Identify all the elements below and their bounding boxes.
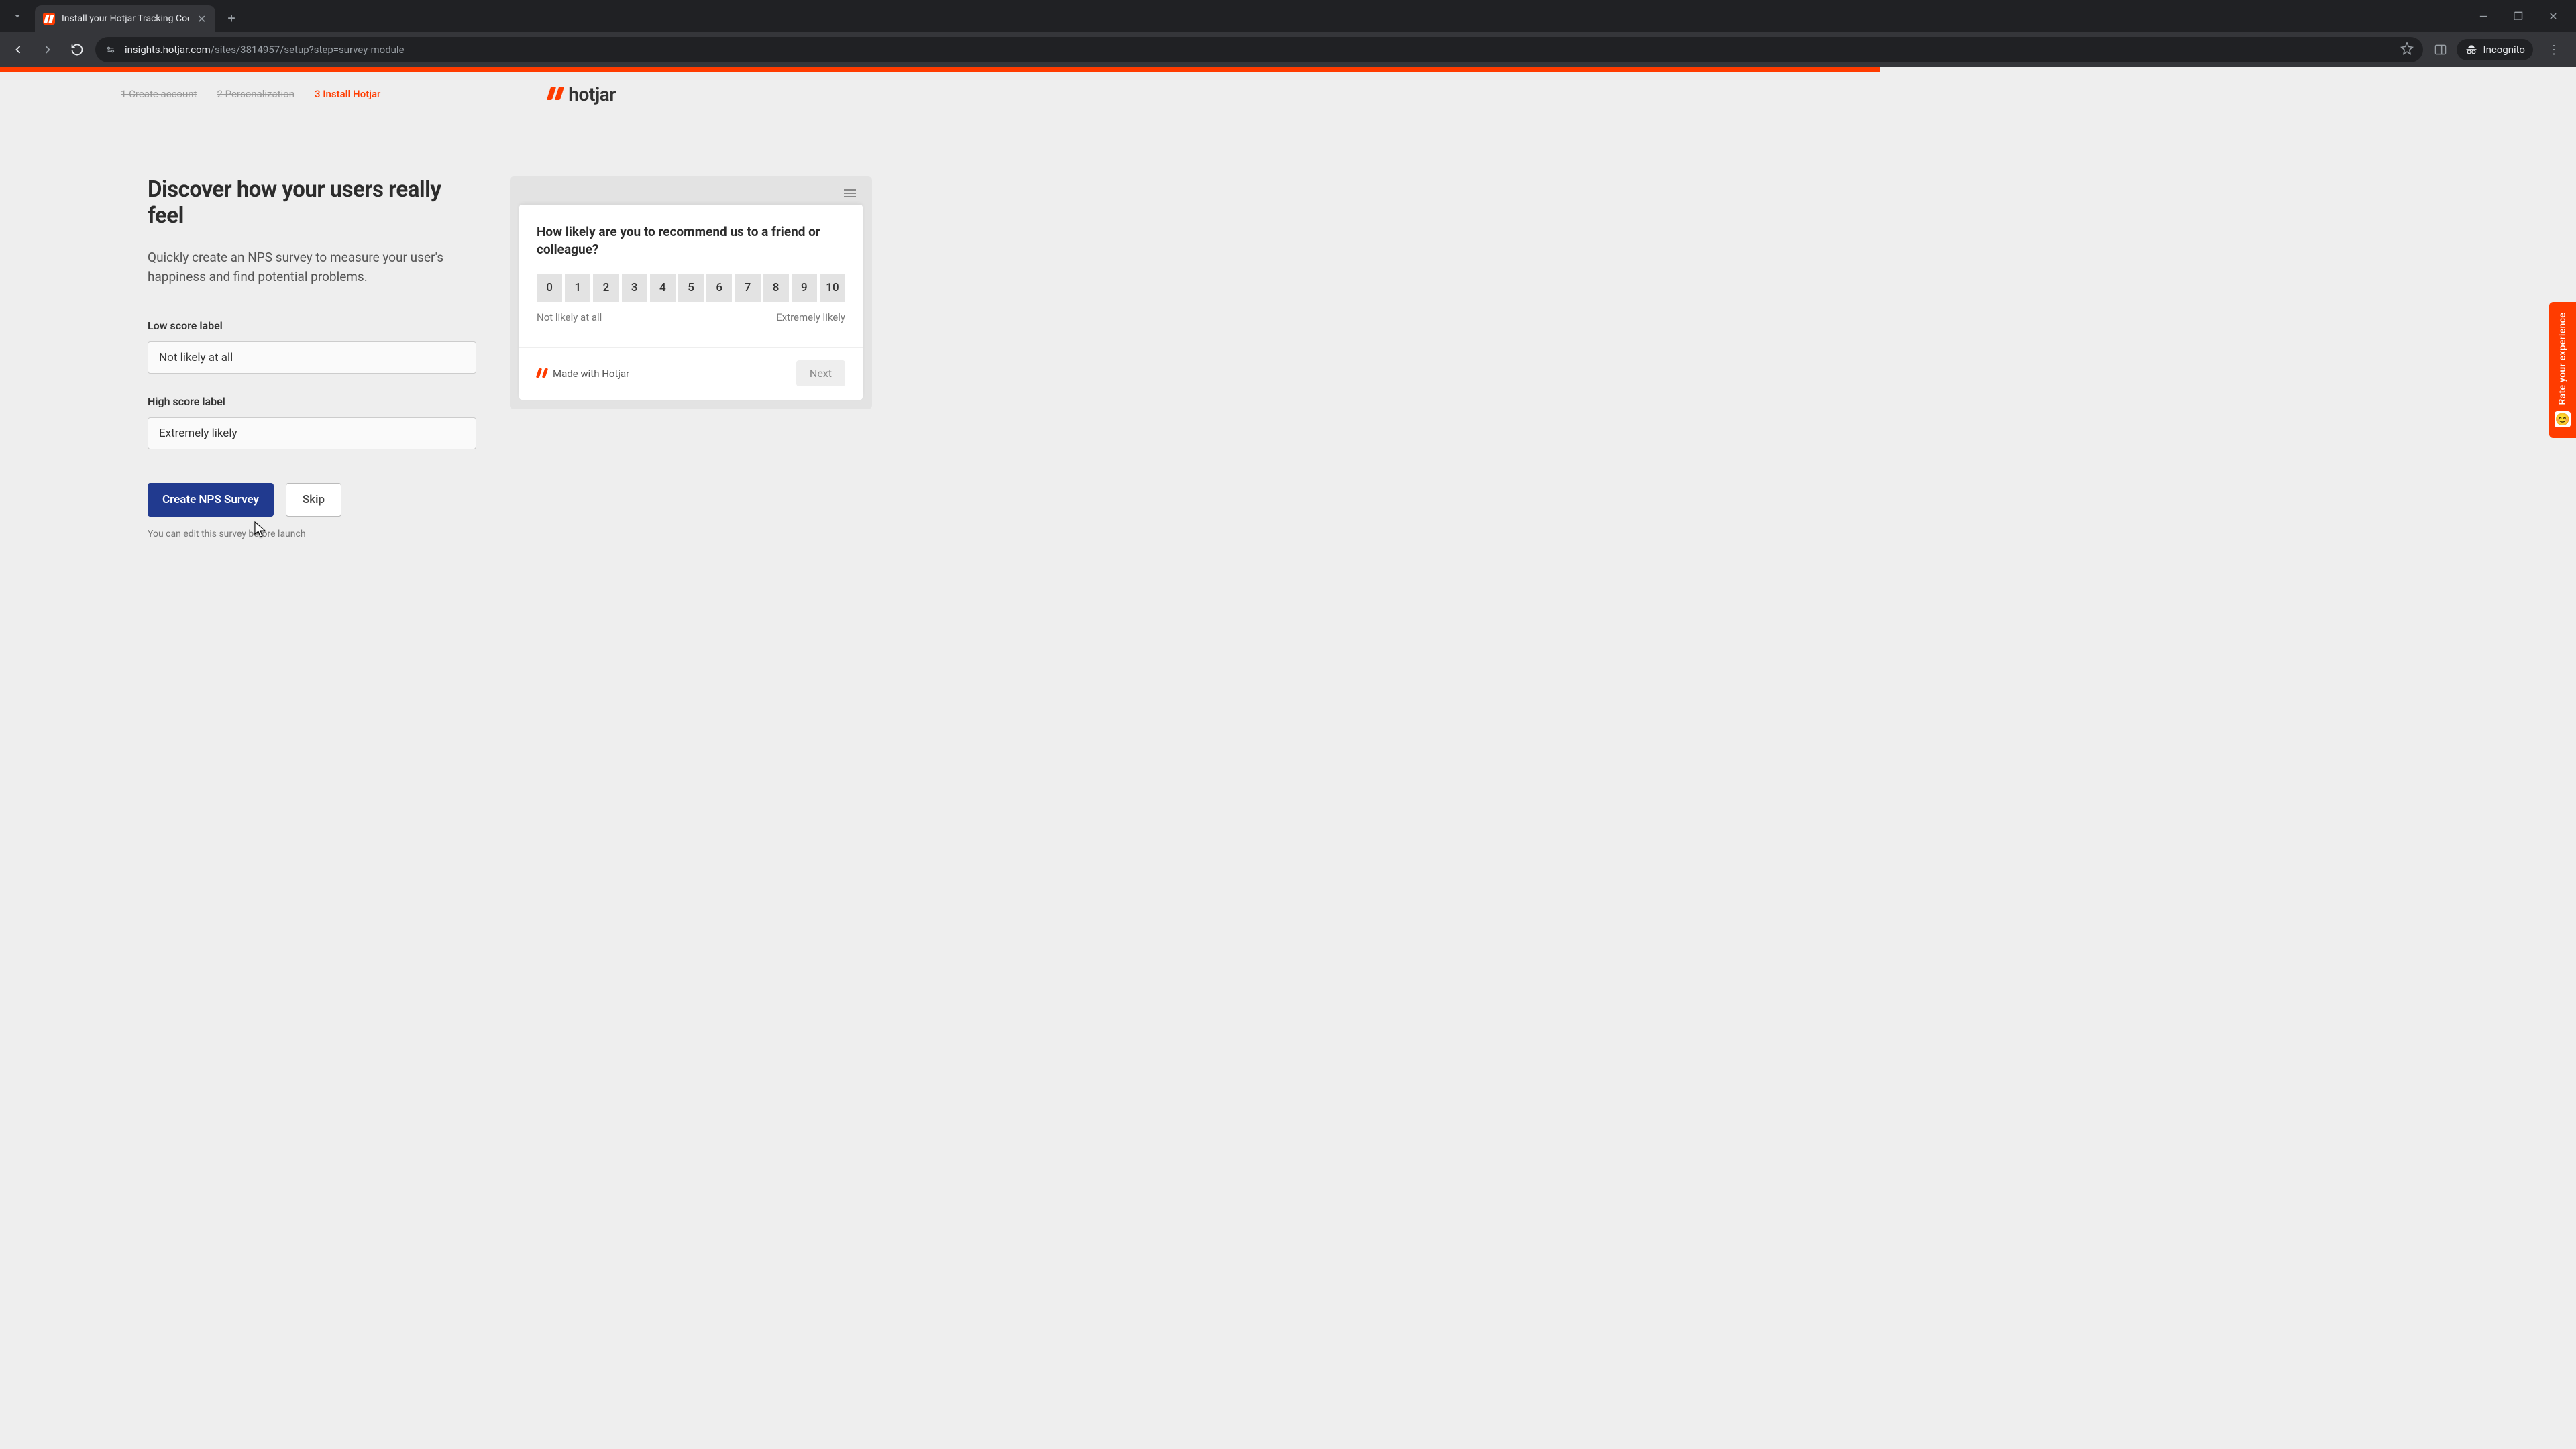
setup-steps: 1 Create account 2 Personalization 3 Ins… <box>121 88 380 100</box>
nps-option-10[interactable]: 10 <box>820 274 845 302</box>
survey-preview: How likely are you to recommend us to a … <box>510 176 872 409</box>
hotjar-logo: hotjar <box>548 83 616 105</box>
survey-next-button[interactable]: Next <box>796 360 845 386</box>
setup-progress-fill <box>0 67 1880 72</box>
low-score-input[interactable] <box>148 341 476 374</box>
step-personalization: 2 Personalization <box>217 88 294 100</box>
setup-topbar: 1 Create account 2 Personalization 3 Ins… <box>0 72 2576 116</box>
browser-menu-button[interactable]: ⋮ <box>2542 40 2565 60</box>
nps-option-8[interactable]: 8 <box>763 274 789 302</box>
nps-option-2[interactable]: 2 <box>593 274 619 302</box>
high-score-input[interactable] <box>148 417 476 449</box>
nps-low-label: Not likely at all <box>537 311 602 323</box>
feedback-tab[interactable]: Rate your experience 😊 <box>2549 302 2576 438</box>
site-info-icon[interactable] <box>105 44 117 56</box>
feedback-emoji-icon: 😊 <box>2555 411 2571 427</box>
survey-footer: Made with Hotjar Next <box>519 347 863 400</box>
tab-close-button[interactable]: ✕ <box>196 11 207 27</box>
nps-option-6[interactable]: 6 <box>706 274 732 302</box>
made-with-hotjar: Made with Hotjar <box>537 368 629 380</box>
preview-column: How likely are you to recommend us to a … <box>510 176 872 539</box>
hotjar-mark-icon <box>548 87 563 101</box>
side-panel-icon[interactable] <box>2434 43 2447 56</box>
nps-scale-labels: Not likely at all Extremely likely <box>537 311 845 323</box>
address-bar[interactable]: insights.hotjar.com/sites/3814957/setup?… <box>95 37 2423 62</box>
hotjar-mark-icon <box>537 368 547 379</box>
forward-button[interactable] <box>36 38 59 61</box>
bookmark-star-icon[interactable] <box>2400 42 2414 58</box>
hotjar-favicon-icon <box>43 13 55 25</box>
new-tab-button[interactable]: + <box>221 6 241 30</box>
page-heading: Discover how your users really feel <box>148 176 476 229</box>
url-text: insights.hotjar.com/sites/3814957/setup?… <box>125 44 2392 56</box>
action-buttons: Create NPS Survey Skip <box>148 483 476 517</box>
browser-tab[interactable]: Install your Hotjar Tracking Cod ✕ <box>35 5 215 32</box>
browser-toolbar: insights.hotjar.com/sites/3814957/setup?… <box>0 32 2576 67</box>
window-controls: ― ❐ ✕ <box>2474 10 2571 23</box>
browser-chrome: Install your Hotjar Tracking Cod ✕ + ― ❐… <box>0 0 2576 67</box>
nps-option-0[interactable]: 0 <box>537 274 562 302</box>
preview-drag-handle-icon[interactable] <box>519 187 863 205</box>
create-nps-survey-button[interactable]: Create NPS Survey <box>148 483 274 517</box>
setup-progress-bar <box>0 67 2576 72</box>
window-close-button[interactable]: ✕ <box>2544 10 2563 23</box>
form-column: Discover how your users really feel Quic… <box>148 176 476 539</box>
page-content: 1 Create account 2 Personalization 3 Ins… <box>0 67 2576 1449</box>
nps-option-5[interactable]: 5 <box>678 274 704 302</box>
incognito-label: Incognito <box>2483 44 2525 56</box>
tab-strip: Install your Hotjar Tracking Cod ✕ + ― ❐… <box>0 0 2576 32</box>
nps-option-4[interactable]: 4 <box>650 274 676 302</box>
step-install-hotjar: 3 Install Hotjar <box>315 88 380 100</box>
tab-search-dropdown[interactable] <box>5 4 30 28</box>
reload-button[interactable] <box>66 38 89 61</box>
nps-option-1[interactable]: 1 <box>565 274 590 302</box>
window-maximize-button[interactable]: ❐ <box>2509 10 2528 23</box>
nps-option-9[interactable]: 9 <box>792 274 817 302</box>
low-score-label: Low score label <box>148 319 476 332</box>
nps-scale: 0 1 2 3 4 5 6 7 8 9 10 <box>537 274 845 302</box>
tab-title: Install your Hotjar Tracking Cod <box>62 13 189 24</box>
nps-option-3[interactable]: 3 <box>622 274 647 302</box>
step-create-account: 1 Create account <box>121 88 197 100</box>
survey-card: How likely are you to recommend us to a … <box>519 205 863 400</box>
main-content: Discover how your users really feel Quic… <box>0 116 2576 539</box>
made-with-hotjar-link[interactable]: Made with Hotjar <box>553 368 629 380</box>
back-button[interactable] <box>7 38 30 61</box>
window-minimize-button[interactable]: ― <box>2474 10 2493 23</box>
nps-option-7[interactable]: 7 <box>735 274 760 302</box>
edit-hint: You can edit this survey before launch <box>148 529 476 539</box>
page-subheading: Quickly create an NPS survey to measure … <box>148 248 476 287</box>
hotjar-wordmark: hotjar <box>568 83 616 105</box>
incognito-badge[interactable]: Incognito <box>2457 39 2533 60</box>
nps-high-label: Extremely likely <box>776 311 845 323</box>
high-score-label: High score label <box>148 395 476 408</box>
feedback-tab-label: Rate your experience <box>2557 313 2568 405</box>
survey-question: How likely are you to recommend us to a … <box>537 223 845 258</box>
skip-button[interactable]: Skip <box>286 483 341 517</box>
